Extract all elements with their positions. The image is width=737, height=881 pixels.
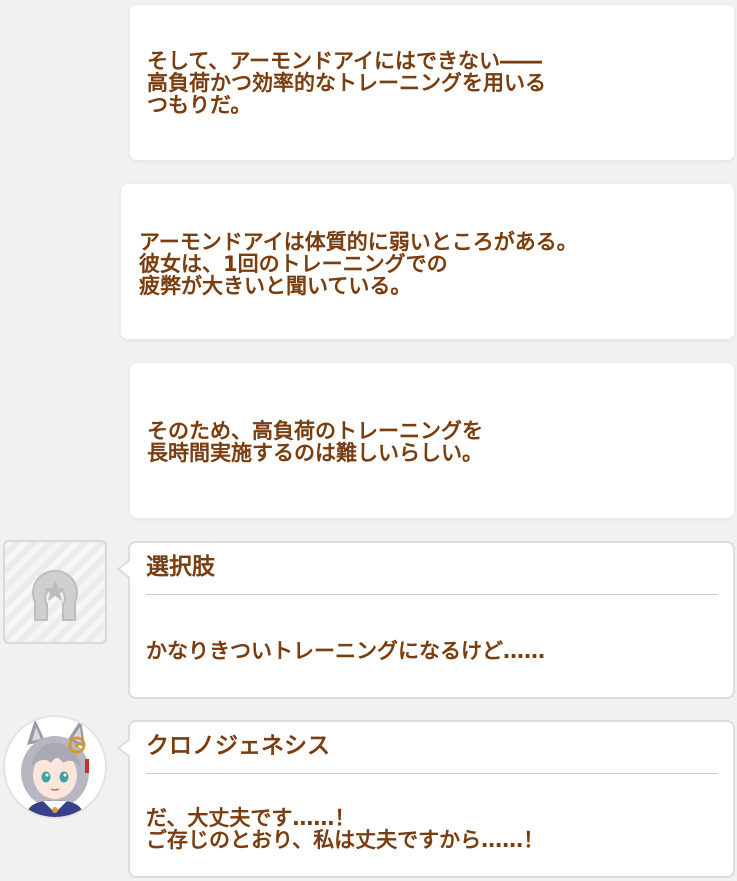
narration-line: そのため、高負荷のトレーニングを: [147, 419, 483, 443]
dialogue-line: だ、大丈夫です……！: [146, 806, 356, 830]
character-portrait: [21, 719, 89, 817]
choice-text: かなりきついトレーニングになるけど……: [146, 640, 545, 662]
speaker-name: 選択肢: [146, 554, 215, 580]
choice-icon-box: [3, 540, 107, 644]
character-avatar: [3, 715, 107, 819]
narration-bubble-3[interactable]: そのため、高負荷のトレーニングを 長時間実施するのは難しいらしい。: [129, 362, 735, 519]
narration-line: つもりだ。: [147, 93, 252, 117]
narration-line: アーモンドアイは体質的に弱いところがある。: [139, 230, 578, 254]
horseshoe-star-icon: [32, 569, 78, 621]
choice-bubble[interactable]: 選択肢 かなりきついトレーニングになるけど……: [117, 541, 735, 699]
narration-text-3: そのため、高負荷のトレーニングを 長時間実施するのは難しいらしい。: [147, 420, 483, 464]
narration-line: 高負荷かつ効率的なトレーニングを用いる: [147, 71, 546, 95]
divider: [146, 773, 717, 774]
narration-line: 長時間実施するのは難しいらしい。: [147, 441, 483, 465]
dialogue-line: ご存じのとおり、私は丈夫ですから……！: [146, 828, 545, 852]
narration-line: 彼女は、1回のトレーニングでの: [139, 252, 448, 276]
narration-text-1: そして、アーモンドアイにはできない―― 高負荷かつ効率的なトレーニングを用いる …: [147, 50, 546, 116]
narration-line: そして、アーモンドアイにはできない――: [147, 49, 543, 73]
narration-bubble-1[interactable]: そして、アーモンドアイにはできない―― 高負荷かつ効率的なトレーニングを用いる …: [129, 4, 735, 161]
narration-line: 疲弊が大きいと聞いている。: [139, 274, 412, 298]
speaker-name: クロノジェネシス: [146, 733, 330, 759]
choice-line: かなりきついトレーニングになるけど……: [146, 639, 545, 663]
dialogue-bubble[interactable]: クロノジェネシス だ、大丈夫です……！ ご存じのとおり、私は丈夫ですから……！: [117, 720, 735, 878]
narration-bubble-2[interactable]: アーモンドアイは体質的に弱いところがある。 彼女は、1回のトレーニングでの 疲弊…: [120, 183, 735, 340]
dialogue-text: だ、大丈夫です……！ ご存じのとおり、私は丈夫ですから……！: [146, 807, 544, 851]
narration-text-2: アーモンドアイは体質的に弱いところがある。 彼女は、1回のトレーニングでの 疲弊…: [139, 231, 578, 297]
bubble-tail: [117, 559, 130, 579]
divider: [146, 594, 717, 595]
bubble-tail: [117, 738, 130, 758]
